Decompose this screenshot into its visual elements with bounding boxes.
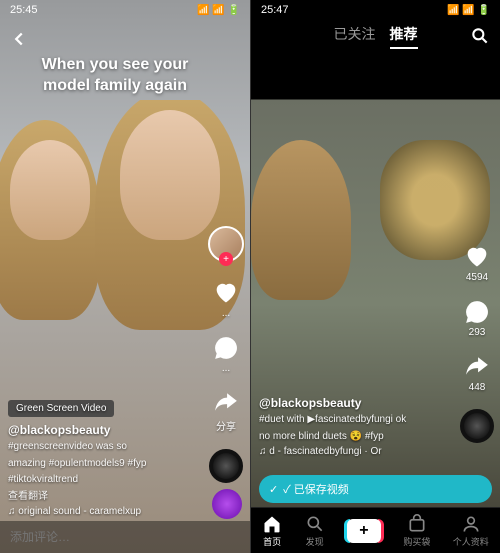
phone-right: 25:47 📶 📶 🔋 已关注 推荐 4594 293 448 @blackop…: [250, 0, 500, 553]
comment-input[interactable]: [10, 530, 240, 544]
share-label: 分享: [216, 418, 236, 433]
comment-count: 293: [469, 327, 486, 338]
share-button[interactable]: 分享: [213, 390, 239, 433]
follow-plus-icon[interactable]: +: [219, 252, 233, 266]
check-icon: ✓: [269, 483, 278, 496]
translate-hint[interactable]: 查看翻译: [8, 490, 194, 504]
right-rail: + ... ... 分享: [208, 226, 244, 483]
nav-inbox[interactable]: 购买袋: [403, 514, 430, 548]
nav-discover[interactable]: 发现: [305, 514, 325, 548]
like-button[interactable]: 4594: [463, 242, 491, 283]
description-line[interactable]: no more blind duets 😵 #fyp: [259, 430, 444, 444]
description-line[interactable]: #tiktokviraltrend: [8, 473, 194, 487]
feed-tabs: 已关注 推荐: [251, 24, 500, 49]
status-time: 25:45: [10, 4, 38, 16]
video-info: Green Screen Video @blackopsbeauty #gree…: [8, 398, 194, 517]
status-bar: 25:45 📶 📶 🔋: [0, 0, 250, 20]
nav-discover-label: 发现: [306, 535, 324, 548]
search-icon[interactable]: [470, 26, 490, 46]
description-line[interactable]: #greenscreenvideo was so: [8, 440, 194, 454]
nav-home[interactable]: 首页: [262, 514, 282, 548]
tab-recommend[interactable]: 推荐: [390, 24, 418, 49]
share-button[interactable]: 448: [464, 354, 490, 393]
nav-profile-label: 个人资料: [453, 535, 489, 548]
music-row[interactable]: ♫ original sound - caramelxup: [8, 506, 194, 517]
music-disc[interactable]: [460, 409, 494, 443]
author-avatar[interactable]: +: [208, 226, 244, 262]
nav-inbox-label: 购买袋: [403, 535, 430, 548]
nav-profile[interactable]: 个人资料: [453, 514, 489, 548]
status-icons: 📶 📶 🔋: [197, 5, 240, 16]
saved-text: ✓ 已保存视频: [283, 481, 482, 497]
share-count: 448: [469, 382, 486, 393]
status-time: 25:47: [261, 4, 289, 16]
like-count: 4594: [466, 272, 488, 283]
username[interactable]: @blackopsbeauty: [259, 396, 444, 410]
phone-left: 25:45 📶 📶 🔋 When you see your model fami…: [0, 0, 250, 553]
like-count: ...: [222, 308, 230, 319]
music-row[interactable]: ♫ d - fascinatedbyfungi · Or: [259, 446, 444, 457]
comment-button[interactable]: ...: [213, 335, 239, 374]
music-text: ♫ d - fascinatedbyfungi · Or: [259, 446, 382, 457]
tab-following[interactable]: 已关注: [334, 24, 376, 49]
nav-create[interactable]: +: [347, 519, 381, 543]
bottom-nav: 首页 发现 + 购买袋 个人资料: [251, 507, 500, 553]
saved-banner[interactable]: ✓ ✓ 已保存视频: [259, 475, 492, 503]
status-bar: 25:47 📶 📶 🔋: [251, 0, 500, 20]
description-line[interactable]: amazing #opulentmodels9 #fyp: [8, 457, 194, 471]
comment-button[interactable]: 293: [464, 299, 490, 338]
caption-overlay: When you see your model family again: [20, 55, 210, 97]
music-text: ♫ original sound - caramelxup: [8, 506, 141, 517]
effect-badge[interactable]: Green Screen Video: [8, 400, 114, 417]
music-disc[interactable]: [209, 449, 243, 483]
video-info: @blackopsbeauty #duet with ▶fascinatedby…: [259, 396, 444, 457]
comment-bar: [0, 521, 250, 553]
effect-spin-button[interactable]: [212, 489, 242, 519]
back-button[interactable]: [8, 28, 30, 50]
nav-home-label: 首页: [263, 535, 281, 548]
username[interactable]: @blackopsbeauty: [8, 423, 194, 437]
like-button[interactable]: ...: [212, 278, 240, 319]
status-icons: 📶 📶 🔋: [447, 5, 490, 16]
comment-count: ...: [222, 363, 230, 374]
right-rail: 4594 293 448: [460, 242, 494, 443]
description-line[interactable]: #duet with ▶fascinatedbyfungi ok: [259, 413, 444, 427]
